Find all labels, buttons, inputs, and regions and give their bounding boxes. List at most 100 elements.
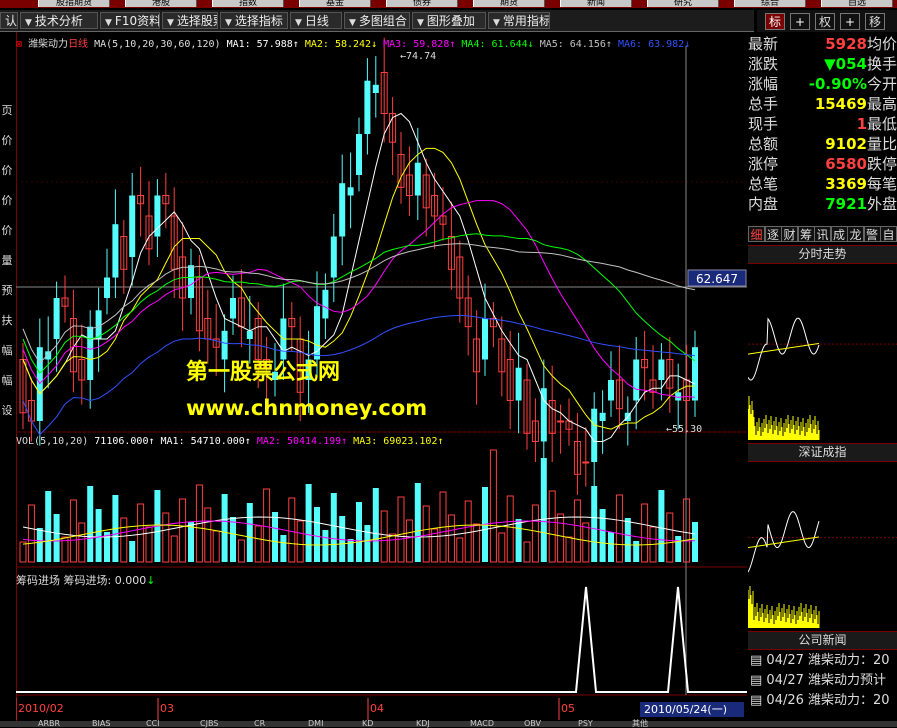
- toolbar-item[interactable]: ▼ F10资料: [100, 12, 160, 29]
- function-tab[interactable]: 讯: [814, 226, 831, 242]
- function-tab[interactable]: 财: [781, 226, 798, 242]
- right-tab[interactable]: +: [790, 13, 810, 30]
- indicator-tab[interactable]: KDJ: [416, 720, 430, 728]
- left-strip-item[interactable]: 价: [0, 162, 14, 178]
- candle: [204, 289, 212, 364]
- left-strip-item[interactable]: 价: [0, 192, 14, 208]
- left-strip-item[interactable]: 幅: [0, 372, 14, 388]
- toolbar-item[interactable]: ▼ 技术分析: [20, 12, 98, 29]
- left-strip-item[interactable]: 幅: [0, 342, 14, 358]
- chevron-down-icon: ▼: [295, 18, 302, 28]
- candle: [36, 318, 43, 446]
- function-tab[interactable]: 成: [830, 226, 848, 242]
- right-tab[interactable]: 移: [865, 13, 885, 30]
- toolbar-item[interactable]: ▼选择股票: [162, 12, 218, 29]
- chart-period: 日线: [68, 39, 89, 50]
- candle: [95, 287, 102, 372]
- news-title[interactable]: 公司新闻: [748, 631, 897, 650]
- bottom-bar: ARBR BIAS CCI CJBS CR DMI KD KDJ MACD OBV PSY 其他: [0, 720, 897, 728]
- indicator-tab[interactable]: PSY: [578, 720, 593, 728]
- nav-tab[interactable]: 自选: [821, 0, 893, 7]
- nav-tab[interactable]: 综合: [734, 0, 806, 7]
- volume-bar: [523, 541, 531, 563]
- candle: [582, 427, 590, 487]
- toolbar-item[interactable]: ▼ 选择指标: [220, 12, 288, 29]
- toolbar-item[interactable]: ▼ 常用指标: [488, 12, 550, 29]
- high-price-label: ←74.74: [400, 51, 436, 62]
- quote-value: -0.90%: [808, 75, 867, 93]
- nav-tab[interactable]: 债券: [386, 0, 458, 7]
- main-chart[interactable]: 62.647←74.74←55.30181010102010/020304052…: [16, 32, 747, 720]
- vol-legend-item: MA1: 54710.000↑: [160, 436, 257, 447]
- function-tab[interactable]: 细: [748, 226, 765, 242]
- nav-tab[interactable]: 新闻: [560, 0, 632, 7]
- indicator-tab[interactable]: ARBR: [38, 720, 60, 728]
- function-tab[interactable]: 龙: [847, 226, 864, 242]
- indicator-tab[interactable]: 其他: [632, 720, 648, 728]
- left-strip-item[interactable]: 设: [0, 402, 14, 418]
- left-strip-item[interactable]: 价: [0, 222, 14, 238]
- nav-tab[interactable]: 期货: [473, 0, 545, 7]
- indicator-tab[interactable]: OBV: [524, 720, 541, 728]
- indicator-header: 筹码进场 筹码进场: 0.000↓: [16, 572, 155, 588]
- volume-bar: [464, 500, 472, 563]
- news-item[interactable]: ▤ 04/27 潍柴动力：20: [750, 652, 897, 670]
- volume-bar: [414, 483, 421, 562]
- chart-canvas[interactable]: 62.647←74.74←55.30181010102010/020304052…: [16, 32, 747, 720]
- right-tab[interactable]: 权: [815, 13, 835, 30]
- nav-tab[interactable]: 股指期货: [38, 0, 110, 7]
- indicator-tab[interactable]: MACD: [470, 720, 494, 728]
- candle: [154, 179, 161, 257]
- left-strip-item[interactable]: 页: [0, 102, 14, 118]
- candle: [447, 201, 455, 290]
- left-strip-item[interactable]: 扶: [0, 312, 14, 328]
- shenzhen-title[interactable]: 深证成指: [748, 443, 897, 462]
- function-tab[interactable]: 警: [863, 226, 881, 242]
- indicator-tab[interactable]: DMI: [308, 720, 323, 728]
- function-tab[interactable]: 筹: [797, 226, 815, 242]
- right-tab[interactable]: +: [840, 13, 860, 30]
- left-strip-item[interactable]: 价: [0, 132, 14, 148]
- indicator-tab[interactable]: CJBS: [200, 720, 218, 728]
- toolbar-item[interactable]: ▼ 日线: [290, 12, 342, 29]
- fenshi-title[interactable]: 分时走势: [748, 245, 897, 264]
- close-icon[interactable]: ⊠: [16, 39, 22, 50]
- volume-bar: [557, 513, 565, 563]
- toolbar-item[interactable]: ▼ 多图组合: [344, 12, 410, 29]
- shenzhen-minichart[interactable]: [748, 462, 897, 630]
- indicator-tab[interactable]: CCI: [146, 720, 160, 728]
- candle: [195, 254, 203, 352]
- nav-tab[interactable]: 指数: [212, 0, 284, 7]
- indicator-tab[interactable]: BIAS: [92, 720, 110, 728]
- nav-tab[interactable]: 研究: [647, 0, 719, 7]
- volume-bar: [641, 503, 649, 563]
- volume-bar: [489, 449, 497, 563]
- volume-bar: [624, 518, 631, 562]
- nav-tab[interactable]: 港股: [125, 0, 197, 7]
- fenshi-minichart[interactable]: [748, 264, 897, 442]
- toolbar-item[interactable]: 认: [0, 12, 18, 29]
- ma-params: MA(5,10,20,30,60,120): [94, 39, 221, 50]
- left-strip-item[interactable]: 量: [0, 252, 14, 268]
- news-item[interactable]: ▤ 04/26 潍柴动力：20: [750, 692, 897, 710]
- toolbar-item-label: 认: [5, 14, 18, 28]
- volume-bar: [280, 535, 287, 562]
- volume-bar: [254, 525, 262, 563]
- quote-row: 涨幅 -0.90% 今开: [748, 74, 897, 94]
- candle: [104, 248, 110, 315]
- news-icon: ▤: [750, 673, 767, 688]
- function-tab[interactable]: 逐: [764, 226, 782, 242]
- news-item[interactable]: ▤ 04/27 潍柴动力预计: [750, 672, 897, 690]
- left-strip-item[interactable]: 预: [0, 282, 14, 298]
- indicator-tab[interactable]: CR: [254, 720, 265, 728]
- indicator-tab[interactable]: KD: [362, 720, 373, 728]
- toolbar-item[interactable]: ▼ 图形叠加: [412, 12, 486, 29]
- candle: [339, 154, 346, 266]
- right-tab[interactable]: 标: [765, 13, 785, 30]
- volume-bar: [78, 522, 86, 563]
- candle: [397, 131, 405, 204]
- quote-label-2: 换手: [866, 55, 897, 73]
- function-tab[interactable]: 自: [880, 226, 897, 242]
- nav-tab[interactable]: 基金: [299, 0, 371, 7]
- candle: [137, 166, 145, 237]
